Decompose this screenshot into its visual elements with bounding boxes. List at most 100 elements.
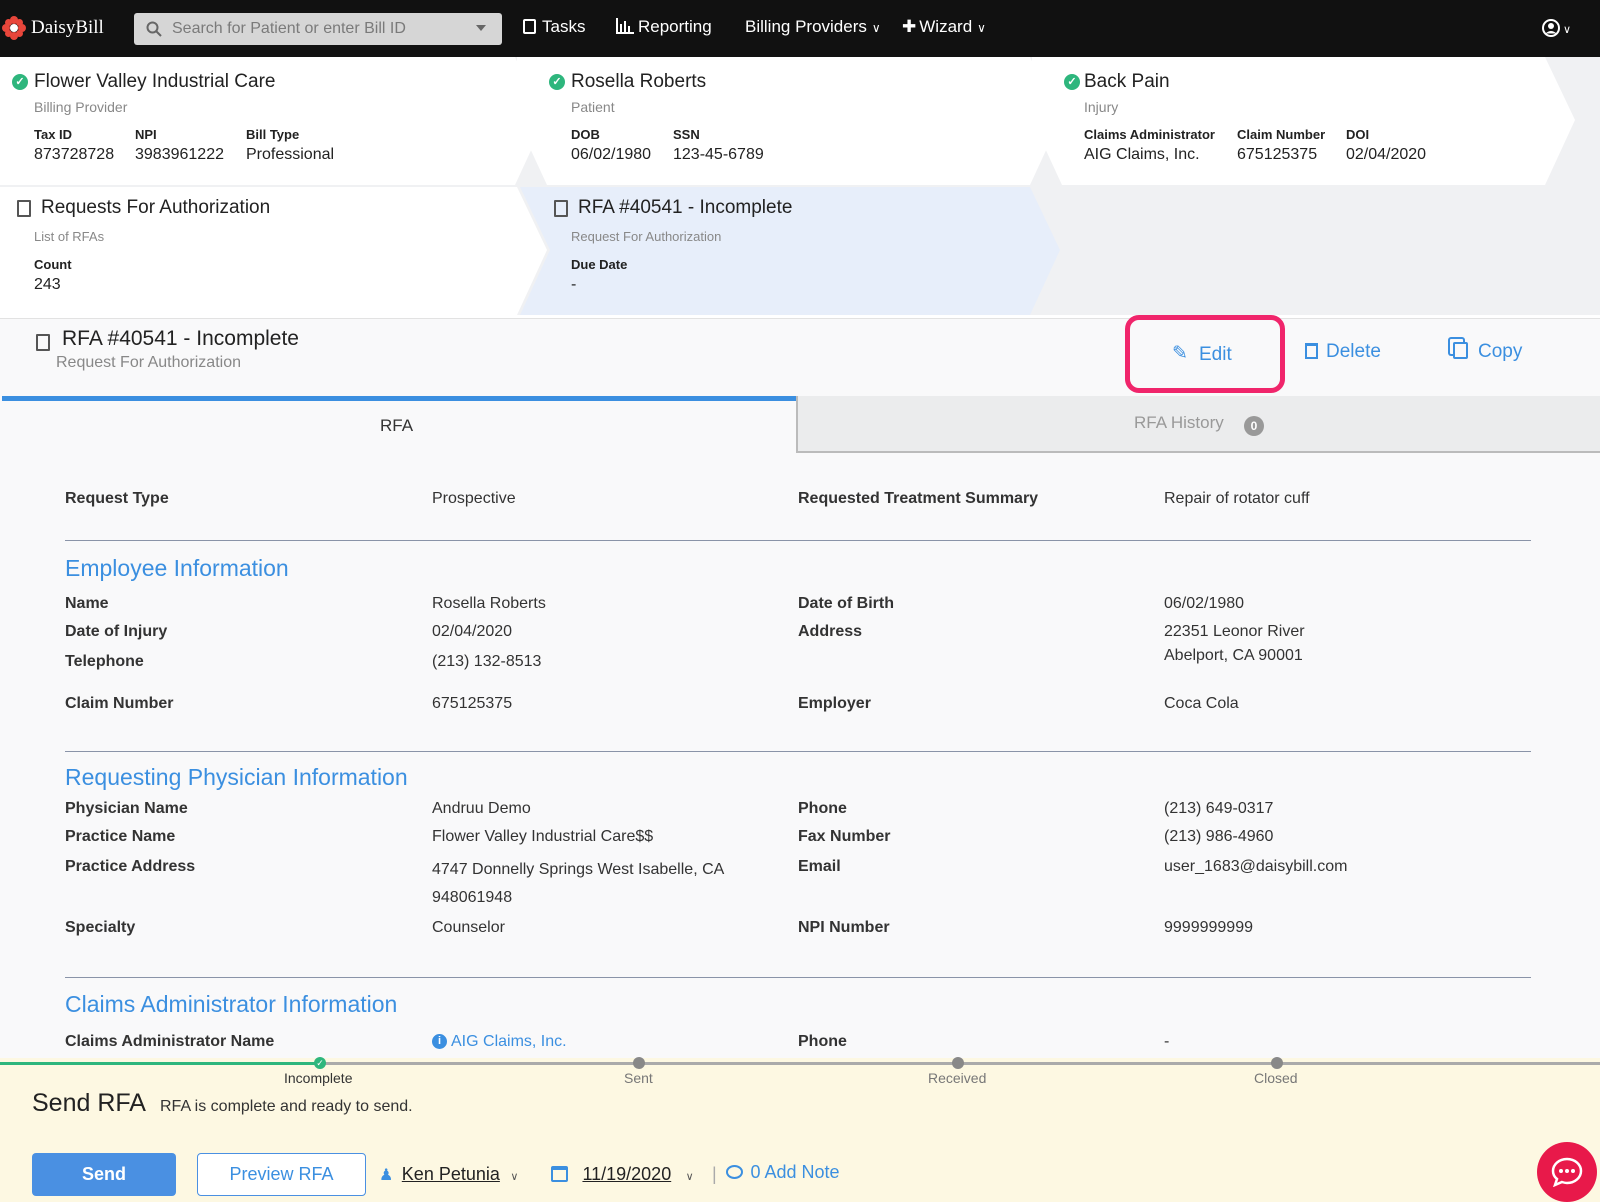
injury-subtitle: Injury (1084, 99, 1119, 115)
nav-billing-providers[interactable]: Billing Providers ∨ (745, 17, 881, 37)
employee-claim-value: 675125375 (432, 695, 513, 712)
employee-name-value: Rosella Roberts (432, 595, 546, 612)
patient-subtitle: Patient (571, 99, 615, 115)
date-of-birth-value: 06/02/1980 (1164, 595, 1245, 612)
copy-label: Copy (1478, 341, 1523, 362)
search-input[interactable] (172, 17, 462, 41)
claims-admin-name-label: Claims Administrator Name (65, 1033, 275, 1050)
step-incomplete: ✓ (314, 1057, 326, 1069)
user-circle-icon (1542, 19, 1560, 37)
dob-value: 06/02/1980 (571, 146, 652, 163)
step-incomplete-label: Incomplete (284, 1070, 353, 1086)
nav-reporting[interactable]: Reporting (616, 17, 712, 37)
nav-tasks[interactable]: Tasks (523, 17, 585, 37)
user-icon: ♟ (379, 1167, 394, 1184)
count-label: Count (34, 257, 72, 272)
nav-tasks-label: Tasks (542, 17, 586, 36)
magic-wand-icon: ✚ (902, 17, 917, 36)
daisy-logo-icon (2, 16, 26, 40)
edit-button[interactable]: ✎ Edit (1125, 315, 1285, 393)
claims-admin-phone-value: - (1164, 1033, 1170, 1050)
practice-address-line1: 4747 Donnelly Springs West Isabelle, CA (432, 861, 725, 878)
preview-rfa-button[interactable]: Preview RFA (197, 1153, 366, 1196)
add-note-button[interactable]: 0 Add Note (726, 1162, 840, 1183)
checkmark-icon: ✓ (1064, 74, 1080, 90)
assignee-name: Ken Petunia (401, 1164, 500, 1184)
rfa-list-title: Requests For Authorization (41, 197, 271, 218)
chevron-down-icon: ∨ (1563, 24, 1572, 36)
provider-subtitle: Billing Provider (34, 99, 128, 115)
email-label: Email (798, 858, 841, 875)
copy-button[interactable]: Copy (1453, 341, 1522, 363)
patient-card[interactable]: ✓ Rosella Roberts Patient DOB 06/02/1980… (547, 57, 1027, 185)
chevron-down-icon: ∨ (510, 1171, 519, 1183)
assignee-select[interactable]: ♟ Ken Petunia ∨ (379, 1164, 518, 1185)
practice-name-label: Practice Name (65, 828, 176, 845)
step-received-label: Received (928, 1070, 987, 1086)
checkmark-icon: ✓ (12, 74, 28, 90)
ssn-value: 123-45-6789 (673, 146, 764, 163)
current-rfa-title: RFA #40541 - Incomplete (578, 197, 793, 218)
treatment-summary-value: Repair of rotator cuff (1164, 490, 1310, 507)
doi-value: 02/04/2020 (1346, 146, 1427, 163)
email-value: user_1683@daisybill.com (1164, 858, 1348, 875)
daisybill-logo[interactable] (2, 16, 26, 40)
clipboard-check-icon (523, 19, 536, 34)
pencil-icon: ✎ (1172, 343, 1188, 364)
breadcrumb-cards: ✓ Flower Valley Industrial Care Billing … (0, 57, 1600, 315)
chevron-down-icon: ∨ (871, 21, 881, 35)
tab-rfa[interactable]: RFA (2, 396, 796, 453)
preview-rfa-label: Preview RFA (229, 1164, 334, 1184)
date-select[interactable]: 11/19/2020 ∨ (551, 1164, 694, 1185)
billing-provider-card[interactable]: ✓ Flower Valley Industrial Care Billing … (0, 57, 515, 185)
document-icon (554, 200, 568, 217)
chat-bubble-icon (1551, 1157, 1583, 1187)
current-rfa-subtitle: Request For Authorization (571, 229, 722, 244)
step-sent (633, 1057, 645, 1069)
send-button[interactable]: Send (32, 1153, 176, 1196)
nav-wizard[interactable]: ✚ Wizard ∨ (902, 17, 986, 37)
tax-id-value: 873728728 (34, 146, 115, 163)
address-line2: Abelport, CA 90001 (1164, 647, 1303, 664)
physician-phone-value: (213) 649-0317 (1164, 800, 1274, 817)
chevron-down-icon: ∨ (685, 1171, 694, 1183)
due-date-value: - (571, 276, 577, 293)
edit-label: Edit (1199, 344, 1232, 365)
divider (65, 977, 1531, 978)
step-sent-label: Sent (624, 1070, 653, 1086)
info-icon: i (432, 1034, 447, 1049)
claims-admin-link[interactable]: AIG Claims, Inc. (451, 1033, 567, 1051)
provider-name: Flower Valley Industrial Care (34, 71, 276, 92)
patient-name: Rosella Roberts (571, 71, 707, 92)
tab-rfa-history[interactable]: RFA History 0 (796, 396, 1600, 453)
doi-label: DOI (1346, 127, 1370, 142)
brand-name[interactable]: DaisyBill (31, 17, 104, 39)
document-icon (36, 334, 50, 351)
divider (65, 751, 1531, 752)
chat-widget-button[interactable] (1537, 1142, 1597, 1202)
nav-reporting-label: Reporting (638, 17, 712, 36)
chevron-down-icon[interactable] (476, 25, 486, 31)
claims-admin-phone-label: Phone (798, 1033, 847, 1050)
send-rfa-footer: ✓ Incomplete Sent Received Closed Send R… (0, 1057, 1600, 1202)
ssn-label: SSN (673, 127, 700, 142)
injury-card[interactable]: ✓ Back Pain Injury Claims Administrator … (1062, 57, 1542, 185)
request-type-label: Request Type (65, 490, 169, 507)
employer-value: Coca Cola (1164, 695, 1239, 712)
nav-wizard-label: Wizard (919, 17, 973, 36)
add-note-label: 0 Add Note (750, 1162, 840, 1182)
physician-name-label: Physician Name (65, 800, 188, 817)
user-menu[interactable]: ∨ (1542, 19, 1571, 42)
date-value: 11/19/2020 (582, 1164, 672, 1184)
fax-value: (213) 986-4960 (1164, 828, 1274, 845)
delete-button[interactable]: Delete (1305, 341, 1381, 363)
npi-label: NPI (135, 127, 157, 142)
bill-type-label: Bill Type (246, 127, 300, 142)
search-box[interactable] (134, 13, 502, 45)
due-date-label: Due Date (571, 257, 628, 272)
current-rfa-card[interactable]: RFA #40541 - Incomplete Request For Auth… (550, 187, 1030, 315)
send-rfa-message: RFA is complete and ready to send. (160, 1098, 413, 1115)
practice-address-label: Practice Address (65, 858, 196, 875)
rfa-list-card[interactable]: Requests For Authorization List of RFAs … (0, 187, 517, 315)
npi-value: 3983961222 (135, 146, 224, 163)
